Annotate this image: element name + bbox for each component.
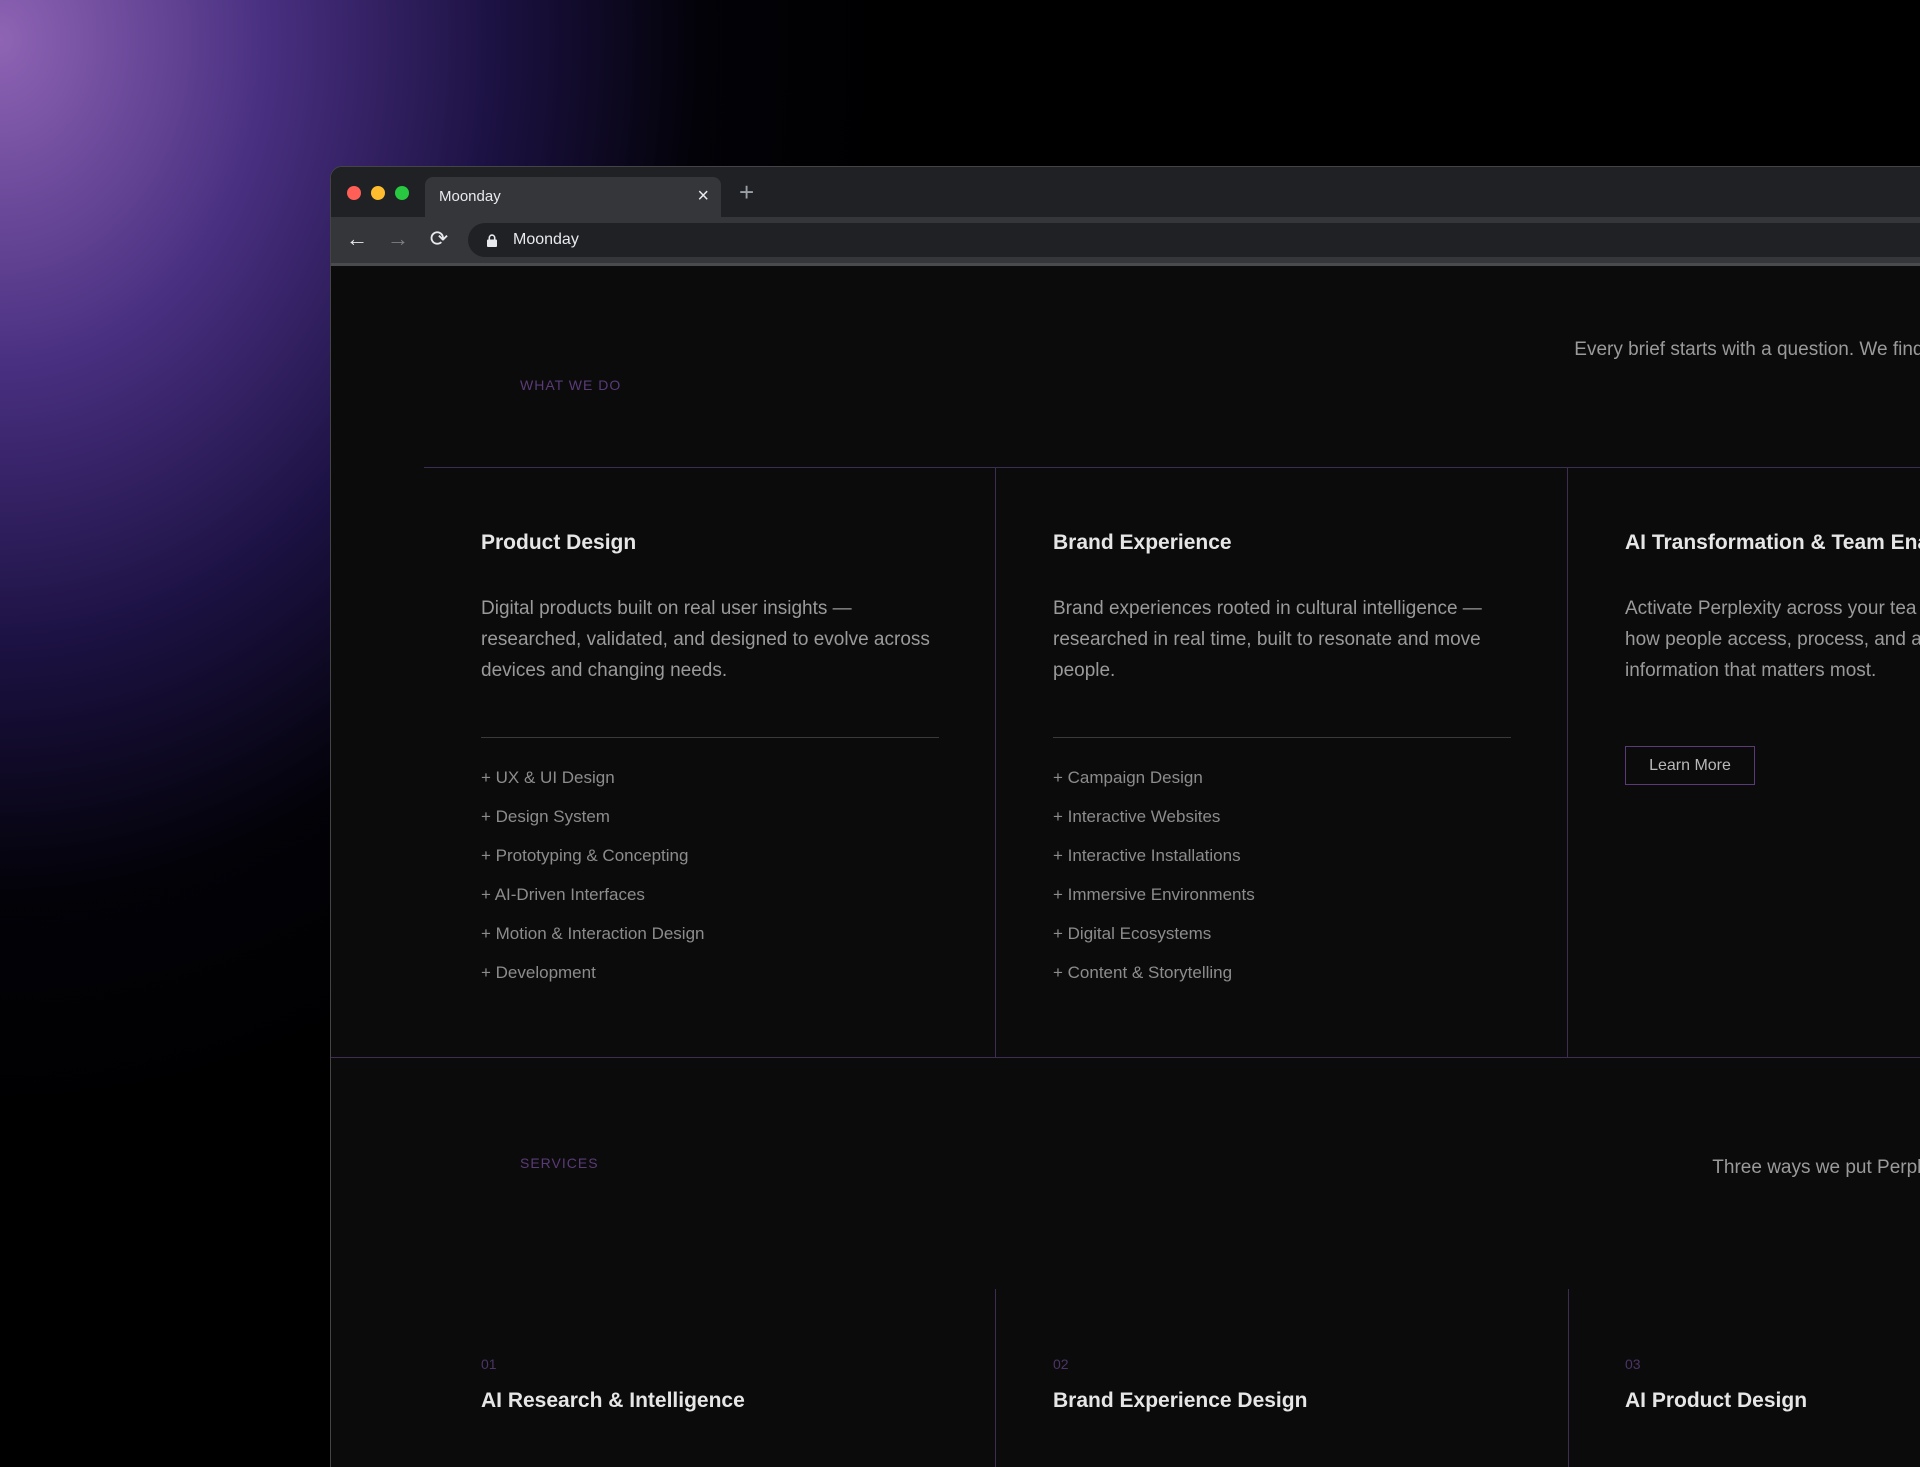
list-item: + Interactive Installations [1053,846,1241,865]
column-divider [1568,1289,1569,1467]
card-divider [481,737,939,738]
tab-bar: Moonday × + [331,167,1920,217]
list-item: + Interactive Websites [1053,807,1221,826]
services-intro: Three ways we put Perplexity t [1712,1157,1920,1178]
service-number: 02 [1053,1356,1069,1372]
forward-arrow-icon[interactable]: → [384,225,412,253]
back-arrow-icon[interactable]: ← [343,225,371,253]
intro-line: bu [1574,365,1920,395]
service-number: 01 [481,1356,497,1372]
maximize-window-button[interactable] [395,186,409,200]
card-description: Activate Perplexity across your tea how … [1625,593,1920,686]
list-item: + Content & Storytelling [1053,963,1233,982]
list-item: + Digital Ecosystems [1053,924,1212,943]
service-title: Brand Experience Design [1053,1389,1308,1412]
card-description: Brand experiences rooted in cultural int… [1053,598,1482,681]
section-divider [424,467,1920,468]
card-title: AI Transformation & Team Enal [1625,531,1920,554]
card-divider [1053,737,1511,738]
web-page: WHAT WE DO Every brief starts with a que… [331,266,1920,1467]
list-item: + Immersive Environments [1053,885,1255,904]
address-bar[interactable]: Moonday [468,223,1920,257]
list-item: + AI-Driven Interfaces [481,885,645,904]
reload-icon[interactable]: ⟳ [425,225,453,253]
list-item: + UX & UI Design [481,768,615,787]
intro-line: Every brief starts with a question. We f… [1574,339,1920,360]
list-item: + Prototyping & Concepting [481,846,689,865]
url-text: Moonday [513,231,579,248]
column-divider [995,1289,996,1467]
section-divider [331,1057,1920,1058]
description-line: Activate Perplexity across your tea [1625,598,1917,619]
description-line: information that matters most. [1625,660,1877,681]
description-line: how people access, process, and a [1625,629,1920,650]
card-title: Product Design [481,531,637,554]
card-description: Digital products built on real user insi… [481,598,930,681]
column-divider [995,467,996,1057]
list-item: + Development [481,963,596,982]
card-list: + UX & UI Design + Design System + Proto… [481,758,704,992]
service-title: AI Product Design [1625,1389,1808,1412]
what-we-do-intro: Every brief starts with a question. We f… [1574,335,1920,395]
service-title: AI Research & Intelligence [481,1389,745,1412]
card-list: + Campaign Design + Interactive Websites… [1053,758,1255,992]
minimize-window-button[interactable] [371,186,385,200]
learn-more-button[interactable]: Learn More [1625,746,1755,785]
close-tab-icon[interactable]: × [697,185,709,207]
browser-window: Moonday × + ← → ⟳ Moonday WHAT WE DO Eve… [330,166,1920,1467]
tab-title: Moonday [439,188,501,205]
browser-toolbar: ← → ⟳ Moonday [331,217,1920,266]
lock-icon [487,234,497,247]
column-divider [1567,467,1568,1057]
list-item: + Motion & Interaction Design [481,924,705,943]
close-window-button[interactable] [347,186,361,200]
new-tab-icon[interactable]: + [739,179,754,205]
services-eyebrow: SERVICES [520,1155,599,1171]
list-item: + Campaign Design [1053,768,1203,787]
what-we-do-eyebrow: WHAT WE DO [520,377,622,393]
list-item: + Design System [481,807,610,826]
card-title: Brand Experience [1053,531,1232,554]
service-number: 03 [1625,1356,1641,1372]
browser-tab[interactable]: Moonday × [425,177,721,217]
